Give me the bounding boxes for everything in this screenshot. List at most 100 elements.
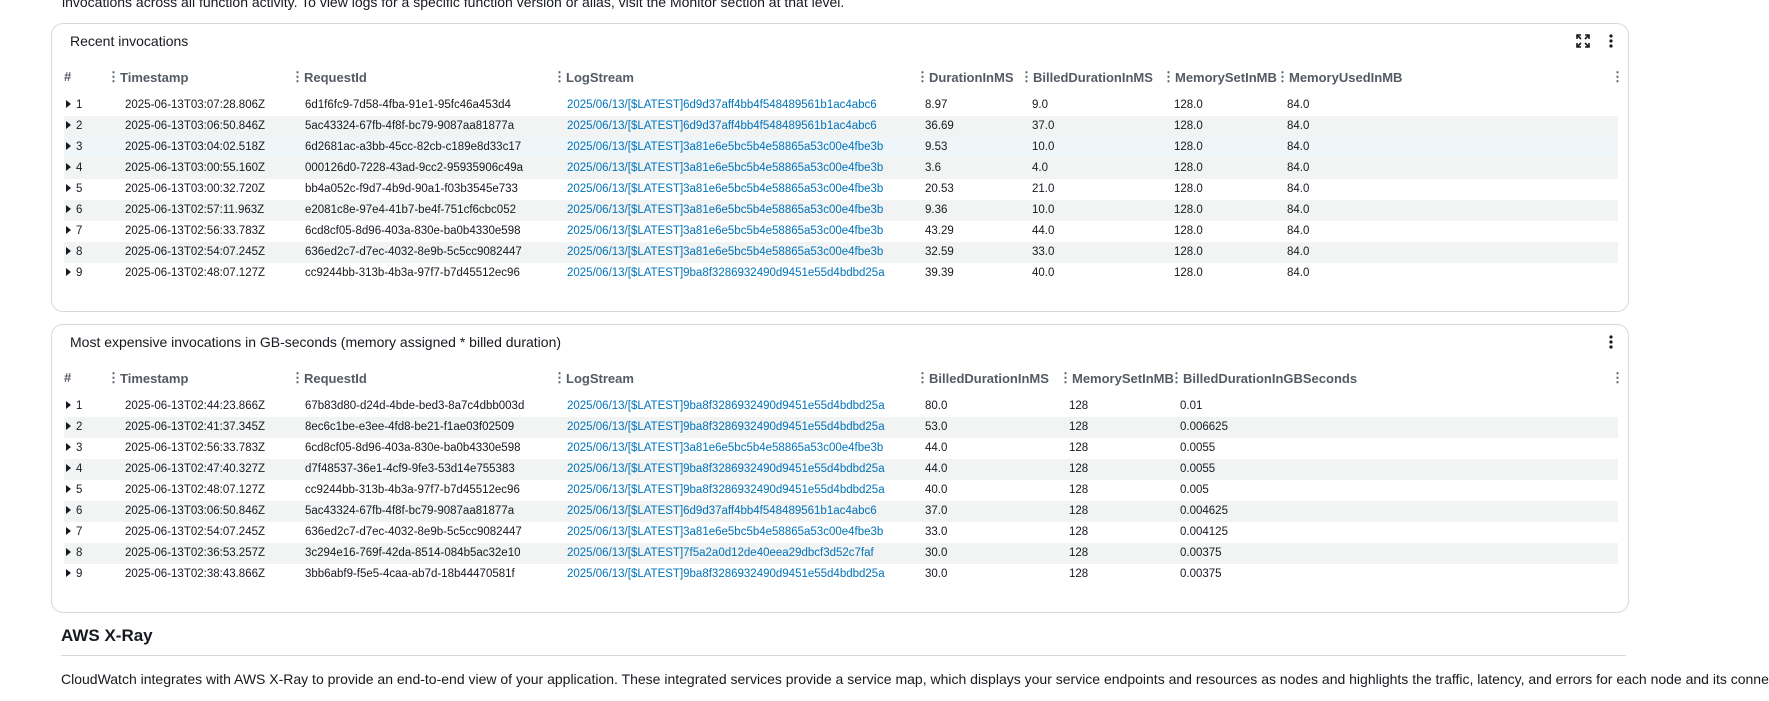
- table-row[interactable]: 4 2025-06-13T03:00:55.160Z 000126d0-7228-4…: [64, 158, 1618, 179]
- log-stream-link[interactable]: 2025/06/13/[$LATEST]3a81e6e5bc5b4e58865a…: [567, 204, 883, 216]
- table-row[interactable]: 7 2025-06-13T02:54:07.245Z 636ed2c7-d7ec-4…: [64, 522, 1618, 543]
- row-expander[interactable]: 5: [66, 183, 82, 195]
- caret-right-icon[interactable]: [66, 267, 71, 276]
- column-header[interactable]: ⋮ BilledDurationInMS: [916, 370, 1049, 386]
- row-expander[interactable]: 6: [66, 204, 82, 216]
- column-menu-icon[interactable]: ⋮: [1611, 69, 1624, 85]
- column-menu-icon[interactable]: ⋮: [1059, 370, 1072, 386]
- log-stream-link[interactable]: 2025/06/13/[$LATEST]9ba8f3286932490d9451…: [567, 267, 885, 279]
- row-expander[interactable]: 3: [66, 141, 82, 153]
- table-row[interactable]: 6 2025-06-13T03:06:50.846Z 5ac43324-67fb-4…: [64, 501, 1618, 522]
- table-row[interactable]: 8 2025-06-13T02:54:07.245Z 636ed2c7-d7ec-4…: [64, 242, 1618, 263]
- more-vertical-icon[interactable]: [1602, 333, 1620, 351]
- caret-right-icon[interactable]: [66, 568, 71, 577]
- caret-right-icon[interactable]: [66, 204, 71, 213]
- column-menu-icon[interactable]: ⋮: [553, 69, 566, 85]
- column-menu-icon[interactable]: ⋮: [1162, 69, 1175, 85]
- row-expander[interactable]: 9: [66, 568, 82, 580]
- caret-right-icon[interactable]: [66, 120, 71, 129]
- log-stream-link[interactable]: 2025/06/13/[$LATEST]3a81e6e5bc5b4e58865a…: [567, 162, 883, 174]
- row-expander[interactable]: 8: [66, 547, 82, 559]
- column-menu-icon[interactable]: ⋮: [107, 69, 120, 85]
- log-stream-link[interactable]: 2025/06/13/[$LATEST]7f5a2a0d12de40eea29d…: [567, 547, 874, 559]
- column-menu-icon[interactable]: ⋮: [1276, 69, 1289, 85]
- log-stream-link[interactable]: 2025/06/13/[$LATEST]6d9d37aff4bb4f548489…: [567, 99, 877, 111]
- column-menu-icon[interactable]: ⋮: [1170, 370, 1183, 386]
- caret-right-icon[interactable]: [66, 463, 71, 472]
- table-row[interactable]: 8 2025-06-13T02:36:53.257Z 3c294e16-769f-4…: [64, 543, 1618, 564]
- column-header[interactable]: ⋮ RequestId: [291, 370, 367, 386]
- log-stream-link[interactable]: 2025/06/13/[$LATEST]3a81e6e5bc5b4e58865a…: [567, 183, 883, 195]
- table-row[interactable]: 5 2025-06-13T03:00:32.720Z bb4a052c-f9d7-4…: [64, 179, 1618, 200]
- row-expander[interactable]: 7: [66, 225, 82, 237]
- caret-right-icon[interactable]: [66, 99, 71, 108]
- table-row[interactable]: 5 2025-06-13T02:48:07.127Z cc9244bb-313b-4…: [64, 480, 1618, 501]
- log-stream-link[interactable]: 2025/06/13/[$LATEST]3a81e6e5bc5b4e58865a…: [567, 526, 883, 538]
- column-menu-icon[interactable]: ⋮: [553, 370, 566, 386]
- row-expander[interactable]: 2: [66, 120, 82, 132]
- column-menu-icon[interactable]: ⋮: [291, 69, 304, 85]
- caret-right-icon[interactable]: [66, 421, 71, 430]
- column-menu-icon[interactable]: ⋮: [1020, 69, 1033, 85]
- table-row[interactable]: 3 2025-06-13T03:04:02.518Z 6d2681ac-a3bb-4…: [64, 137, 1618, 158]
- caret-right-icon[interactable]: [66, 162, 71, 171]
- column-header[interactable]: ⋮ Timestamp: [107, 69, 188, 85]
- row-expander[interactable]: 1: [66, 99, 82, 111]
- row-expander[interactable]: 5: [66, 484, 82, 496]
- column-header[interactable]: ⋮ RequestId: [291, 69, 367, 85]
- column-header[interactable]: #: [64, 370, 71, 385]
- column-header[interactable]: ⋮ DurationInMS: [916, 69, 1014, 85]
- caret-right-icon[interactable]: [66, 442, 71, 451]
- column-header[interactable]: ⋮ MemorySetInMB: [1162, 69, 1277, 85]
- table-row[interactable]: 7 2025-06-13T02:56:33.783Z 6cd8cf05-8d96-4…: [64, 221, 1618, 242]
- row-expander[interactable]: 7: [66, 526, 82, 538]
- log-stream-link[interactable]: 2025/06/13/[$LATEST]3a81e6e5bc5b4e58865a…: [567, 225, 883, 237]
- row-expander[interactable]: 4: [66, 463, 82, 475]
- table-row[interactable]: 6 2025-06-13T02:57:11.963Z e2081c8e-97e4-4…: [64, 200, 1618, 221]
- log-stream-link[interactable]: 2025/06/13/[$LATEST]9ba8f3286932490d9451…: [567, 568, 885, 580]
- log-stream-link[interactable]: 2025/06/13/[$LATEST]9ba8f3286932490d9451…: [567, 463, 885, 475]
- log-stream-link[interactable]: 2025/06/13/[$LATEST]3a81e6e5bc5b4e58865a…: [567, 442, 883, 454]
- column-header[interactable]: ⋮ Timestamp: [107, 370, 188, 386]
- log-stream-link[interactable]: 2025/06/13/[$LATEST]9ba8f3286932490d9451…: [567, 484, 885, 496]
- column-menu-icon[interactable]: ⋮: [107, 370, 120, 386]
- row-expander[interactable]: 2: [66, 421, 82, 433]
- column-header[interactable]: ⋮ MemoryUsedInMB: [1276, 69, 1402, 85]
- more-vertical-icon[interactable]: [1602, 32, 1620, 50]
- caret-right-icon[interactable]: [66, 141, 71, 150]
- column-menu-icon[interactable]: ⋮: [916, 69, 929, 85]
- column-header[interactable]: #: [64, 69, 71, 84]
- row-expander[interactable]: 9: [66, 267, 82, 279]
- caret-right-icon[interactable]: [66, 400, 71, 409]
- column-header[interactable]: ⋮ MemorySetInMB: [1059, 370, 1174, 386]
- table-row[interactable]: 4 2025-06-13T02:47:40.327Z d7f48537-36e1-4…: [64, 459, 1618, 480]
- column-header[interactable]: ⋮ BilledDurationInMS: [1020, 69, 1153, 85]
- column-header[interactable]: ⋮ LogStream: [553, 69, 634, 85]
- column-menu-icon[interactable]: ⋮: [916, 370, 929, 386]
- table-row[interactable]: 1 2025-06-13T03:07:28.806Z 6d1f6fc9-7d58-4…: [64, 95, 1618, 116]
- caret-right-icon[interactable]: [66, 505, 71, 514]
- caret-right-icon[interactable]: [66, 225, 71, 234]
- column-menu-icon[interactable]: ⋮: [291, 370, 304, 386]
- fullscreen-icon[interactable]: [1574, 32, 1592, 50]
- row-expander[interactable]: 6: [66, 505, 82, 517]
- caret-right-icon[interactable]: [66, 547, 71, 556]
- log-stream-link[interactable]: 2025/06/13/[$LATEST]9ba8f3286932490d9451…: [567, 400, 885, 412]
- column-header[interactable]: ⋮ BilledDurationInGBSeconds: [1170, 370, 1357, 386]
- table-row[interactable]: 1 2025-06-13T02:44:23.866Z 67b83d80-d24d-4…: [64, 396, 1618, 417]
- column-header[interactable]: ⋮ LogStream: [553, 370, 634, 386]
- caret-right-icon[interactable]: [66, 183, 71, 192]
- row-expander[interactable]: 3: [66, 442, 82, 454]
- table-row[interactable]: 9 2025-06-13T02:38:43.866Z 3bb6abf9-f5e5-4…: [64, 564, 1618, 585]
- table-row[interactable]: 2 2025-06-13T03:06:50.846Z 5ac43324-67fb-4…: [64, 116, 1618, 137]
- caret-right-icon[interactable]: [66, 484, 71, 493]
- log-stream-link[interactable]: 2025/06/13/[$LATEST]9ba8f3286932490d9451…: [567, 421, 885, 433]
- column-menu-icon[interactable]: ⋮: [1611, 370, 1624, 386]
- table-row[interactable]: 9 2025-06-13T02:48:07.127Z cc9244bb-313b-4…: [64, 263, 1618, 284]
- log-stream-link[interactable]: 2025/06/13/[$LATEST]6d9d37aff4bb4f548489…: [567, 120, 877, 132]
- row-expander[interactable]: 8: [66, 246, 82, 258]
- table-row[interactable]: 2 2025-06-13T02:41:37.345Z 8ec6c1be-e3ee-4…: [64, 417, 1618, 438]
- row-expander[interactable]: 4: [66, 162, 82, 174]
- caret-right-icon[interactable]: [66, 246, 71, 255]
- row-expander[interactable]: 1: [66, 400, 82, 412]
